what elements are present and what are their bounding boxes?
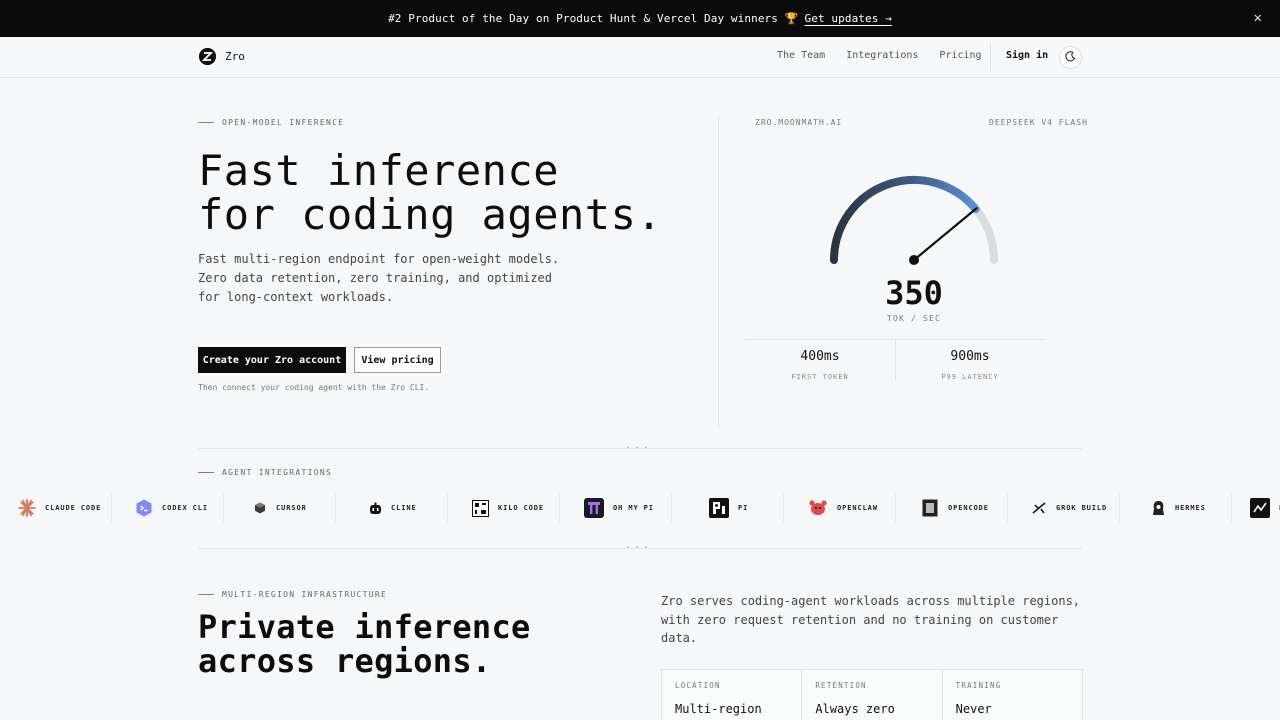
trend-icon (1250, 498, 1270, 518)
agent-hermes[interactable]: HERMES (1150, 490, 1206, 526)
hero-divider (718, 116, 719, 428)
location-value: Multi-region (675, 702, 762, 716)
cursor-cube-icon (253, 499, 267, 517)
hero-eyebrow: OPEN-MODEL INFERENCE (198, 118, 344, 127)
hero-desc-line-1: Fast multi-region endpoint for open-weig… (198, 252, 560, 266)
agent-label: CURSOR (276, 504, 307, 512)
nav-links: The Team Integrations Pricing (777, 50, 1003, 61)
agent-pi[interactable]: PI (709, 490, 748, 526)
claude-burst-icon (18, 499, 36, 517)
first-token-label: FIRST TOKEN (791, 373, 849, 381)
gauge-fill (830, 176, 980, 264)
grok-icon (1031, 499, 1047, 517)
hero-desc-line-2: Zero data retention, zero training, and … (198, 271, 553, 285)
location-cell: LOCATION Multi-region (662, 670, 803, 720)
training-key: TRAINING (955, 681, 1002, 690)
agent-marquee: CLAUDE CODE CODEX CLI CURSOR CLINE KILO … (0, 490, 1280, 526)
nav-link-pricing[interactable]: Pricing (939, 50, 981, 61)
agent-claude-code[interactable]: CLAUDE CODE (18, 490, 101, 526)
agent-kilo-code[interactable]: KILO CODE (471, 490, 544, 526)
infra-title-line-2: across regions. (198, 642, 492, 680)
host-label: ZRO.MOONMATH.AI (755, 118, 843, 127)
moon-icon (1065, 50, 1076, 65)
agent-label: HERMES (1175, 504, 1206, 512)
agent-cursor[interactable]: CURSOR (253, 490, 307, 526)
pi-icon (709, 498, 729, 518)
create-account-button[interactable]: Create your Zro account (198, 347, 346, 373)
speed-value: 350 (885, 274, 943, 312)
location-key: LOCATION (675, 681, 721, 690)
oh-my-pi-icon (584, 498, 604, 518)
infra-eyebrow: MULTI-REGION INFRASTRUCTURE (198, 590, 387, 599)
announcement-bar: #2 Product of the Day on Product Hunt & … (0, 0, 1280, 37)
view-pricing-button[interactable]: View pricing (354, 347, 441, 373)
openclaw-icon (808, 498, 828, 518)
training-value: Never (955, 702, 992, 716)
cli-hint: Then connect your coding agent with the … (198, 383, 430, 392)
hero-eyebrow-text: OPEN-MODEL INFERENCE (222, 118, 345, 127)
get-updates-link[interactable]: Get updates → (805, 12, 892, 25)
nav-divider (990, 43, 991, 71)
agent-label: CODEX CLI (162, 504, 209, 512)
top-nav: Zro The Team Integrations Pricing Sign i… (0, 37, 1280, 78)
agent-partial[interactable]: P (1250, 490, 1280, 526)
gauge-track (830, 176, 998, 264)
hero-desc-line-3: for long-context workloads. (198, 290, 394, 304)
agent-label: CLINE (391, 504, 417, 512)
speed-gauge (830, 176, 998, 265)
training-cell: TRAINING Never (943, 670, 1082, 720)
announcement-text: #2 Product of the Day on Product Hunt & … (388, 12, 799, 25)
codex-terminal-icon (135, 499, 153, 517)
brand-name: Zro (225, 50, 245, 63)
infra-table: LOCATION Multi-region RETENTION Always z… (661, 669, 1083, 720)
model-label: DEEPSEEK V4 FLASH (989, 118, 1088, 127)
hermes-icon (1150, 499, 1166, 517)
agent-cline[interactable]: CLINE (368, 490, 417, 526)
agent-label: GROK BUILD (1056, 504, 1108, 512)
agent-label: OPENCLAW (837, 504, 878, 512)
agent-label: PI (738, 504, 749, 512)
agent-label: CLAUDE CODE (45, 504, 102, 512)
gauge-needle (913, 206, 978, 261)
infra-title-line-1: Private inference (198, 608, 531, 646)
hero-title: Fast inference for coding agents. (198, 149, 662, 237)
section-dots-top: ... (625, 440, 653, 451)
first-token-value: 400ms (800, 349, 840, 364)
p99-latency-value: 900ms (950, 349, 990, 364)
retention-cell: RETENTION Always zero (802, 670, 943, 720)
agent-grok-build[interactable]: GROK BUILD (1031, 490, 1107, 526)
speed-unit: TOK / SEC (886, 314, 942, 323)
integrations-eyebrow-text: AGENT INTEGRATIONS (222, 468, 333, 477)
retention-value: Always zero (815, 702, 895, 716)
agent-label: KILO CODE (498, 504, 545, 512)
agent-label: OH MY PI (613, 504, 654, 512)
infra-eyebrow-text: MULTI-REGION INFRASTRUCTURE (222, 590, 388, 599)
theme-toggle-button[interactable] (1059, 46, 1082, 69)
hero-description: Fast multi-region endpoint for open-weig… (198, 250, 578, 307)
hero-title-line-2: for coding agents. (198, 190, 663, 239)
zro-logo-icon (199, 48, 216, 65)
opencode-icon (921, 499, 939, 517)
agent-codex-cli[interactable]: CODEX CLI (135, 490, 208, 526)
gauge-hub (909, 255, 919, 265)
sign-in-button[interactable]: Sign in (1006, 50, 1048, 61)
integrations-eyebrow: AGENT INTEGRATIONS (198, 468, 332, 477)
infra-description: Zro serves coding-agent workloads across… (661, 594, 1081, 645)
close-icon[interactable]: ✕ (1253, 10, 1262, 26)
brand-logo[interactable]: Zro (199, 48, 245, 65)
kilo-grid-icon (471, 499, 489, 517)
p99-latency-label: P99 LATENCY (941, 373, 999, 381)
nav-link-team[interactable]: The Team (777, 50, 825, 61)
agent-oh-my-pi[interactable]: OH MY PI (584, 490, 654, 526)
hero-title-line-1: Fast inference (198, 146, 560, 195)
infra-title: Private inference across regions. (198, 610, 531, 678)
agent-label: OPENCODE (948, 504, 989, 512)
section-dots-bottom: ... (625, 540, 653, 551)
agent-opencode[interactable]: OPENCODE (921, 490, 989, 526)
retention-key: RETENTION (815, 681, 867, 690)
agent-openclaw[interactable]: OPENCLAW (808, 490, 878, 526)
cline-robot-icon (368, 499, 382, 517)
nav-link-integrations[interactable]: Integrations (846, 50, 918, 61)
